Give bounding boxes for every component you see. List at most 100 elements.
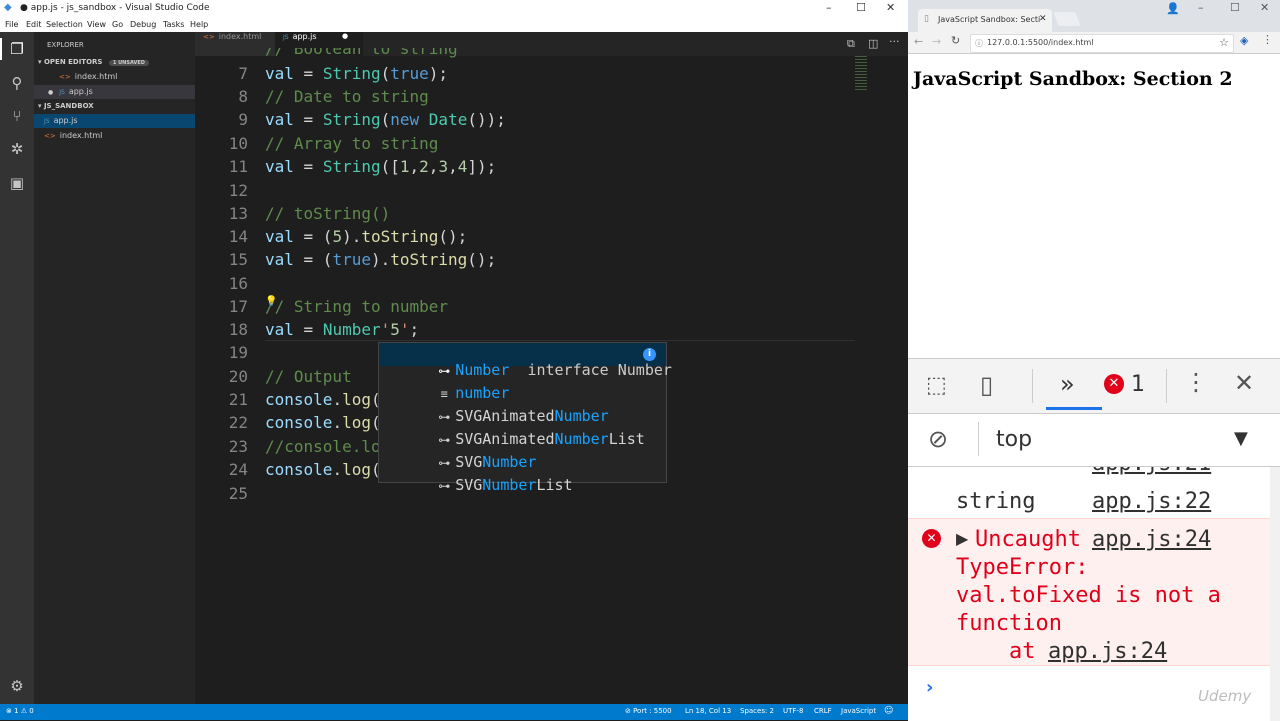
close-devtools-icon[interactable]: ✕ xyxy=(1234,369,1254,397)
bookmark-star-icon[interactable]: ☆ xyxy=(1219,36,1229,49)
menu-selection[interactable]: Selection xyxy=(46,20,83,29)
line-number: 7 xyxy=(238,64,248,83)
inspect-element-icon[interactable]: ⬚ xyxy=(926,373,947,398)
error-icon: ✕ xyxy=(922,529,941,548)
activity-bar: ❐ ⚲ ⑂ ✲ ▣ ⚙ xyxy=(0,32,34,704)
suggest-item[interactable]: ⊶ SVGNumberList xyxy=(379,458,666,494)
code-line: val = String(true); xyxy=(265,64,449,83)
extension-icon[interactable]: ◈ xyxy=(1240,34,1248,47)
html-file-icon: <> xyxy=(59,73,71,81)
menu-edit[interactable]: Edit xyxy=(26,20,42,29)
error-count[interactable]: 1 xyxy=(1131,372,1145,397)
profile-icon[interactable]: 👤 xyxy=(1166,2,1180,15)
console-scrollbar[interactable] xyxy=(1270,467,1280,721)
suggest-widget[interactable]: ⊶ Number interface Number i ≡ number ⊶ SVGA… xyxy=(378,342,672,494)
clear-console-icon[interactable]: ⊘ xyxy=(928,425,948,453)
device-toolbar-icon[interactable]: ▯ xyxy=(980,371,993,399)
explorer-sidebar: EXPLORER ▾ OPEN EDITORS 1 UNSAVED <> inde… xyxy=(34,32,209,704)
maximize-icon[interactable]: ☐ xyxy=(1230,1,1240,14)
live-server-port[interactable]: ⊘ Port : 5500 xyxy=(625,707,672,715)
devtools-menu-icon[interactable]: ⋮ xyxy=(1184,368,1208,396)
language-mode[interactable]: JavaScript xyxy=(841,707,876,715)
suggest-item[interactable]: ⊶ SVGNumber xyxy=(379,435,666,471)
cursor-position[interactable]: Ln 18, Col 13 xyxy=(685,707,731,715)
close-icon[interactable]: ✕ xyxy=(1260,1,1269,14)
error-icon[interactable]: ✕ xyxy=(1104,374,1124,394)
lightbulb-icon[interactable]: 💡 xyxy=(265,296,277,307)
new-tab-button[interactable] xyxy=(1053,12,1081,26)
source-link[interactable]: app.js:24 xyxy=(1048,639,1167,664)
split-editor-icon[interactable]: ◫ xyxy=(868,37,878,50)
debug-icon[interactable]: ✲ xyxy=(8,140,26,158)
explorer-icon[interactable]: ❐ xyxy=(8,40,26,58)
minimize-icon[interactable]: – xyxy=(1198,1,1204,14)
menu-file[interactable]: File xyxy=(5,20,18,29)
suggest-item[interactable]: ≡ number xyxy=(379,366,666,402)
indentation[interactable]: Spaces: 2 xyxy=(740,707,774,715)
page-heading: JavaScript Sandbox: Section 2 xyxy=(913,68,1233,90)
console-error-message: ✕ ▶ Uncaught app.js:24 TypeError: val.to… xyxy=(908,518,1270,666)
suggest-item[interactable]: ⊶ SVGAnimatedNumber xyxy=(379,389,666,425)
suggest-suffix: List xyxy=(536,476,573,494)
menu-debug[interactable]: Debug xyxy=(130,20,156,29)
line-number: 10 xyxy=(228,134,248,153)
problems-indicator[interactable]: ⊗ 1 ⚠ 0 xyxy=(6,707,34,715)
close-tab-icon[interactable]: ✕ xyxy=(1039,14,1047,24)
line-number: 20 xyxy=(228,367,248,386)
encoding[interactable]: UTF-8 xyxy=(783,707,803,715)
toolbar-divider xyxy=(978,422,979,456)
open-editor-item[interactable]: ● JS app.js xyxy=(34,85,209,99)
open-editor-label: index.html xyxy=(74,72,118,81)
project-header[interactable]: ▾ JS_SANDBOX xyxy=(34,99,199,113)
expand-triangle-icon[interactable]: ▶ xyxy=(956,529,968,548)
line-number: 22 xyxy=(228,413,248,432)
menu-tasks[interactable]: Tasks xyxy=(163,20,184,29)
line-number: 16 xyxy=(228,274,248,293)
menu-go[interactable]: Go xyxy=(112,20,123,29)
close-icon[interactable]: ✕ xyxy=(886,1,895,14)
more-tabs-icon[interactable]: » xyxy=(1060,370,1075,398)
line-number: 9 xyxy=(238,110,248,129)
extensions-icon[interactable]: ▣ xyxy=(8,174,26,192)
menu-view[interactable]: View xyxy=(87,20,106,29)
more-actions-icon[interactable]: ··· xyxy=(889,35,900,48)
unsaved-dot-icon[interactable]: ● xyxy=(342,32,348,40)
toolbar-divider xyxy=(1032,369,1033,403)
project-file-item[interactable]: JS app.js xyxy=(34,114,205,128)
code-line: val = (5).toString(); xyxy=(265,227,468,246)
context-selector[interactable]: top xyxy=(996,427,1032,452)
suggest-item[interactable]: ⊶ SVGAnimatedNumberList xyxy=(379,412,666,448)
minimize-icon[interactable]: – xyxy=(826,1,832,14)
minimap[interactable] xyxy=(855,56,867,90)
source-link[interactable]: app.js:24 xyxy=(1092,527,1211,552)
back-icon[interactable]: ← xyxy=(914,35,923,48)
open-editor-item[interactable]: <> index.html xyxy=(34,70,220,84)
search-icon[interactable]: ⚲ xyxy=(8,74,26,92)
source-link[interactable]: app.js:22 xyxy=(1092,489,1211,514)
info-icon[interactable]: ⓘ xyxy=(975,38,983,49)
dropdown-arrow-icon[interactable]: ▼ xyxy=(1234,428,1248,449)
unsaved-badge: 1 UNSAVED xyxy=(108,60,149,66)
project-file-item[interactable]: <> index.html xyxy=(34,129,205,143)
suggest-item-selected[interactable]: ⊶ Number interface Number i xyxy=(379,343,672,379)
maximize-icon[interactable]: ☐ xyxy=(856,1,866,14)
project-file-label: app.js xyxy=(53,116,78,125)
menu-icon[interactable]: ⋮ xyxy=(1262,33,1273,46)
line-ending[interactable]: CRLF xyxy=(814,707,832,715)
reload-icon[interactable]: ↻ xyxy=(951,34,960,47)
devtools-toolbar: ⬚ ▯ » ✕ 1 ⋮ ✕ xyxy=(908,359,1280,414)
open-editors-header[interactable]: ▾ OPEN EDITORS 1 UNSAVED xyxy=(34,55,199,69)
info-icon[interactable]: i xyxy=(643,348,656,361)
open-changes-icon[interactable]: ⧉ xyxy=(847,37,855,51)
menu-help[interactable]: Help xyxy=(190,20,208,29)
source-link[interactable]: app.js:21 xyxy=(1092,467,1211,476)
browser-tab[interactable]: ▯ JavaScript Sandbox: Secti ✕ xyxy=(918,9,1052,32)
code-line: // Output xyxy=(265,367,352,386)
forward-icon[interactable]: → xyxy=(932,35,941,48)
window-title: ● app.js - js_sandbox - Visual Studio Co… xyxy=(20,3,210,13)
address-bar[interactable]: ⓘ 127.0.0.1:5500/index.html ☆ xyxy=(970,34,1234,53)
source-control-icon[interactable]: ⑂ xyxy=(8,107,26,125)
feedback-smiley-icon[interactable]: ☺ xyxy=(884,706,893,716)
settings-gear-icon[interactable]: ⚙ xyxy=(8,677,26,695)
console-prompt-icon[interactable]: › xyxy=(926,677,933,698)
